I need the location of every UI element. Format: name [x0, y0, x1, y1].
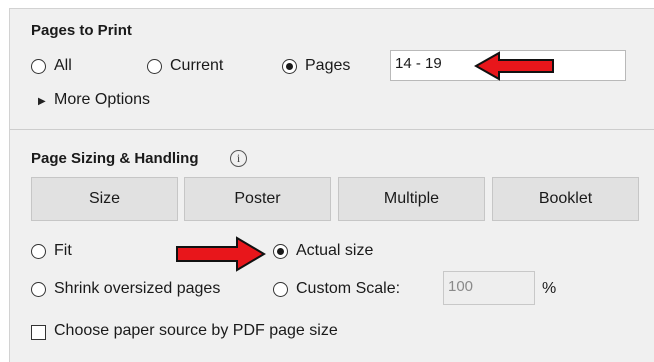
triangle-right-icon[interactable]: ▶	[38, 96, 46, 107]
all-radio[interactable]	[31, 59, 46, 74]
current-label[interactable]: Current	[170, 57, 223, 75]
multiple-button[interactable]: Multiple	[338, 177, 485, 221]
shrink-oversized-radio[interactable]	[31, 282, 46, 297]
actual-size-radio[interactable]	[273, 244, 288, 259]
pages-to-print-heading: Pages to Print	[31, 22, 132, 39]
poster-button[interactable]: Poster	[184, 177, 331, 221]
fit-label[interactable]: Fit	[54, 242, 72, 260]
fit-radio[interactable]	[31, 244, 46, 259]
actual-size-label[interactable]: Actual size	[296, 242, 373, 260]
booklet-button[interactable]: Booklet	[492, 177, 639, 221]
custom-scale-label[interactable]: Custom Scale:	[296, 280, 400, 298]
red-arrow-icon	[176, 236, 266, 272]
page-sizing-heading: Page Sizing & Handling	[31, 150, 199, 167]
panel-border-left	[9, 8, 10, 362]
more-options-link[interactable]: More Options	[54, 91, 150, 109]
custom-scale-radio[interactable]	[273, 282, 288, 297]
percent-label: %	[542, 280, 557, 297]
all-label[interactable]: All	[54, 57, 72, 75]
red-arrow-icon	[474, 51, 554, 81]
info-circle-icon[interactable]: i	[230, 150, 247, 167]
shrink-oversized-label[interactable]: Shrink oversized pages	[54, 280, 220, 298]
paper-source-checkbox[interactable]	[31, 325, 46, 340]
size-button[interactable]: Size	[31, 177, 178, 221]
section-divider	[10, 129, 654, 130]
panel-border-top	[9, 8, 654, 9]
paper-source-label[interactable]: Choose paper source by PDF page size	[54, 322, 338, 340]
pages-label[interactable]: Pages	[305, 57, 350, 75]
pages-radio[interactable]	[282, 59, 297, 74]
current-radio[interactable]	[147, 59, 162, 74]
custom-scale-input[interactable]: 100	[443, 271, 535, 305]
